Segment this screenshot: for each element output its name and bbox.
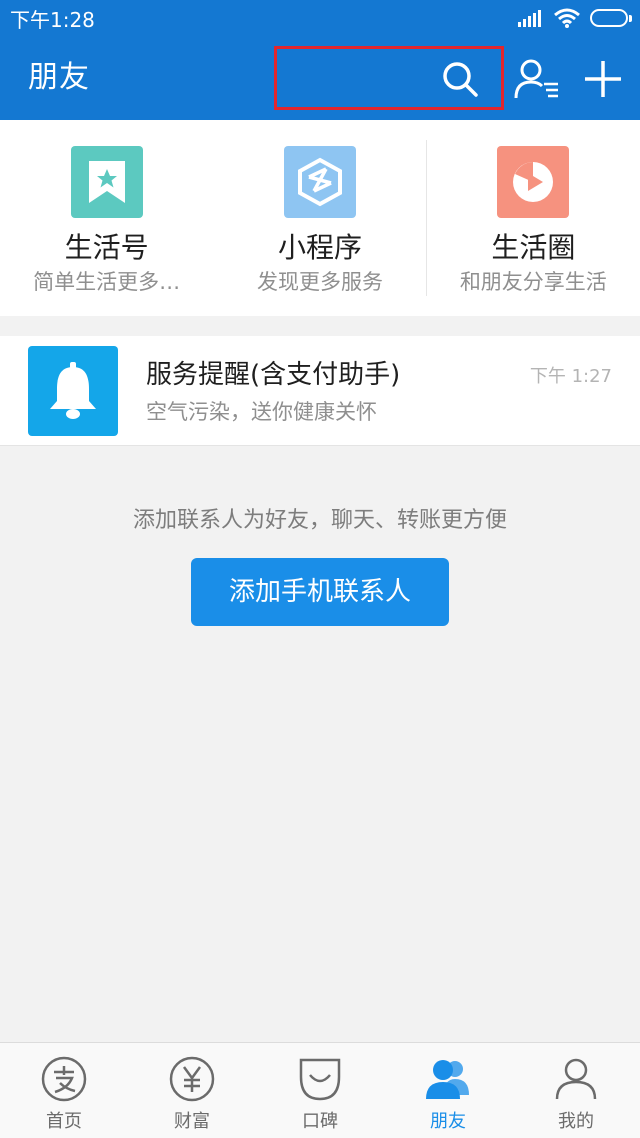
empty-hint: 添加联系人为好友，聊天、转账更方便 [132,508,507,533]
status-bar: 下午1:28 [0,0,640,36]
tab-label: 朋友 [430,1111,466,1132]
shortcut-mini-program[interactable]: 小程序 发现更多服务 [213,120,426,316]
search-button[interactable] [274,46,504,110]
person-icon [555,1058,597,1100]
tab-label: 财富 [174,1111,210,1132]
contacts-icon[interactable] [514,58,560,100]
tab-label: 首页 [46,1111,82,1132]
notice-title: 服务提醒(含支付助手) [146,360,401,390]
shortcut-desc: 和朋友分享生活 [459,270,607,294]
service-reminder-row[interactable]: 服务提醒(含支付助手) 空气污染，送你健康关怀 下午 1:27 [0,336,640,446]
yen-icon [169,1056,215,1102]
wifi-icon [554,8,580,28]
status-icons [518,8,632,28]
shortcut-name: 小程序 [277,231,362,264]
tab-mine[interactable]: 我的 [512,1043,640,1138]
tab-label: 我的 [558,1111,594,1132]
shortcut-name: 生活圈 [491,231,576,264]
tab-home[interactable]: 首页 [0,1043,128,1138]
battery-icon [590,9,632,27]
shortcut-name: 生活号 [64,231,149,264]
koubei-icon [299,1058,341,1101]
friends-icon [426,1060,469,1099]
play-circle-icon [497,146,570,218]
add-phone-contacts-button[interactable]: 添加手机联系人 [191,558,449,626]
alipay-icon [41,1056,87,1102]
tab-wealth[interactable]: 财富 [128,1043,256,1138]
add-icon[interactable] [582,58,624,100]
mini-program-icon [283,146,356,218]
notice-subtitle: 空气污染，送你健康关怀 [146,400,377,424]
tab-friends[interactable]: 朋友 [384,1043,512,1138]
status-time: 下午1:28 [10,7,95,32]
app-header: 朋友 [0,36,640,120]
tab-bar: 首页 财富 口碑 朋友 我的 [0,1042,640,1138]
tab-label: 口碑 [302,1111,338,1132]
search-icon [443,62,478,97]
shortcut-desc: 简单生活更多… [33,270,181,294]
shortcut-desc: 发现更多服务 [256,270,383,294]
shortcut-grid: 生活号 简单生活更多… 小程序 发现更多服务 生活圈 和朋友分享生活 [0,120,640,316]
notice-time: 下午 1:27 [529,366,612,387]
bookmark-star-icon [70,146,143,218]
tab-koubei[interactable]: 口碑 [256,1043,384,1138]
shortcut-life-account[interactable]: 生活号 简单生活更多… [0,120,213,316]
page-title: 朋友 [28,60,90,95]
signal-icon [518,10,541,27]
bell-icon [28,346,118,436]
shortcut-life-circle[interactable]: 生活圈 和朋友分享生活 [427,120,640,316]
